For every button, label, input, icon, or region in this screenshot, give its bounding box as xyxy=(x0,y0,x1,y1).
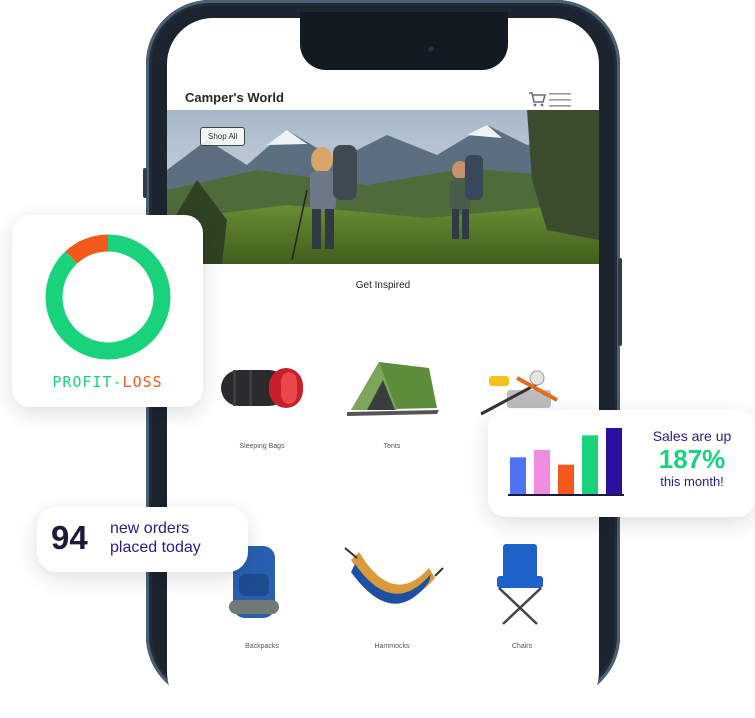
phone-side-button xyxy=(143,168,147,198)
category-label: Hammocks xyxy=(374,643,410,650)
sales-bar xyxy=(534,450,550,494)
sales-bar xyxy=(582,435,598,494)
front-camera xyxy=(426,44,436,54)
phone-side-button xyxy=(618,258,622,346)
profit-loss-donut xyxy=(45,234,171,360)
donut-slice-profit xyxy=(45,234,171,360)
hammock-image xyxy=(344,547,444,604)
label-separator: - xyxy=(112,373,123,391)
sales-line: Sales are up xyxy=(652,428,732,444)
sales-bar xyxy=(510,457,526,494)
sales-bar xyxy=(558,464,574,494)
phone-mockup: Camper's World Shop All Get Inspired Sle… xyxy=(143,0,622,718)
category-card-tents[interactable]: Tents xyxy=(337,348,447,450)
category-card-chairs[interactable]: Chairs xyxy=(467,528,577,650)
orders-line: new orders xyxy=(110,520,190,537)
shop-all-button[interactable]: Shop All xyxy=(200,127,246,146)
category-label: Sleeping Bags xyxy=(239,443,285,450)
category-card-hammocks[interactable]: Hammocks xyxy=(337,528,447,650)
cart-icon[interactable] xyxy=(528,90,546,108)
profit-label: PROFIT xyxy=(52,373,113,391)
phone-notch xyxy=(300,12,508,70)
sales-line: this month! xyxy=(660,474,724,489)
phone-screen: Camper's World Shop All Get Inspired Sle… xyxy=(167,18,599,718)
orders-card: 94 new orders placed today xyxy=(37,507,248,572)
category-label: Tents xyxy=(383,443,401,450)
tent-image xyxy=(347,362,439,416)
sales-summary: Sales are up 187% this month! xyxy=(632,428,752,489)
loss-label: LOSS xyxy=(122,373,163,391)
category-label: Backpacks xyxy=(245,643,279,650)
sales-bar-chart xyxy=(508,428,624,496)
hamburger-menu-icon[interactable] xyxy=(549,92,571,108)
sales-card: Sales are up 187% this month! xyxy=(488,410,755,517)
category-label: Chairs xyxy=(511,643,533,650)
orders-count: 94 xyxy=(51,519,88,556)
chair-image xyxy=(497,544,543,625)
sales-bar xyxy=(606,428,622,494)
sleeping-bag-image xyxy=(221,368,303,408)
app-title[interactable]: Camper's World xyxy=(185,90,284,105)
sales-percent: 187% xyxy=(658,444,726,474)
profit-loss-card: PROFIT-LOSS xyxy=(12,215,203,407)
orders-caption: new orders placed today xyxy=(110,519,201,557)
section-title: Get Inspired xyxy=(355,280,411,291)
category-card-sleeping-bags[interactable]: Sleeping Bags xyxy=(207,348,317,450)
orders-line: placed today xyxy=(110,539,201,556)
profit-loss-label: PROFIT-LOSS xyxy=(12,373,203,391)
